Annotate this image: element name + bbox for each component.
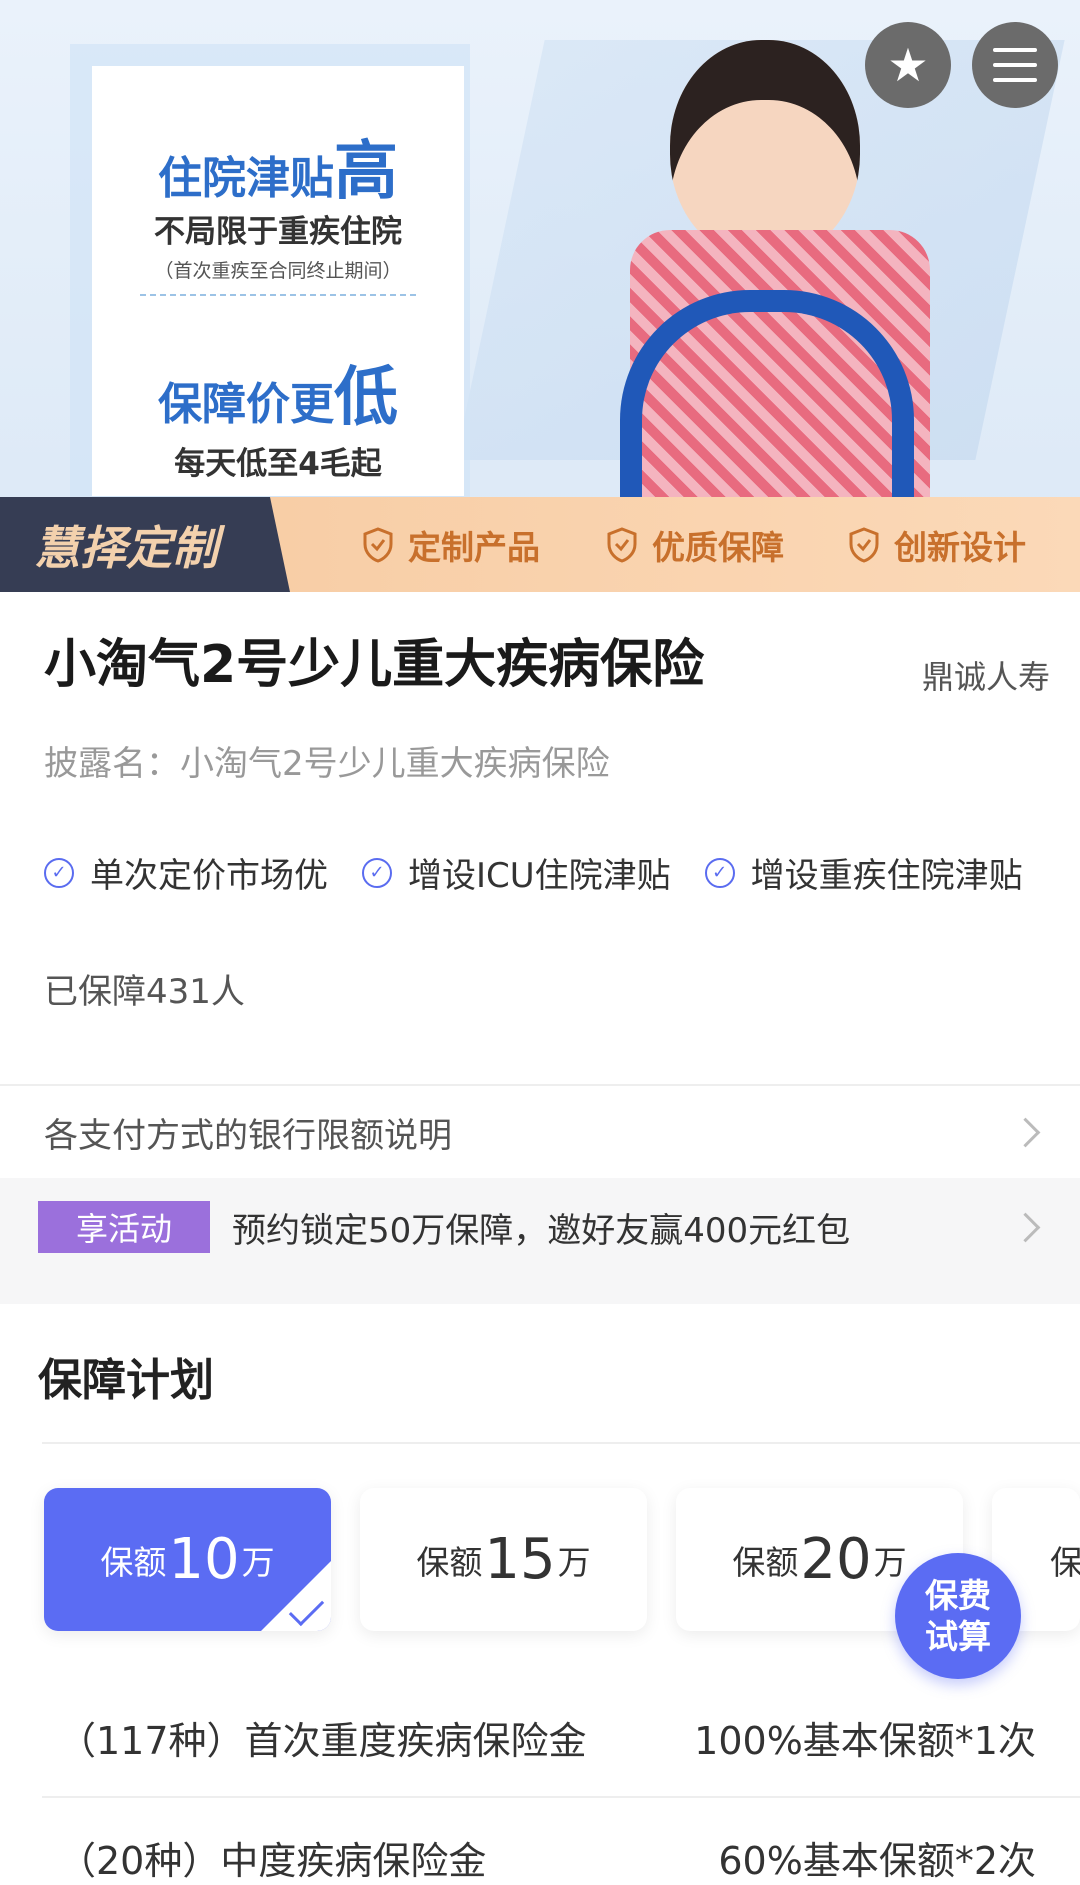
- option-prefix: 保额: [732, 1542, 799, 1582]
- ribbon-feature-label: 创新设计: [894, 527, 1026, 567]
- feature-ribbon: 慧择定制 定制产品 优质保障 创新设计: [0, 497, 1080, 592]
- calc-label-line2: 试算: [925, 1617, 991, 1656]
- insurer-name: 鼎诚人寿: [921, 658, 1050, 696]
- child-head: [670, 40, 860, 260]
- chevron-right-icon: [1010, 1117, 1041, 1147]
- plan-section-title: 保障计划: [38, 1355, 214, 1406]
- card-note: （首次重疾至合同终止期间）: [154, 260, 402, 282]
- ribbon-feature: 定制产品: [362, 497, 540, 592]
- menu-icon: [993, 48, 1037, 82]
- plan-divider: [42, 1442, 1080, 1444]
- card-headline-price: 保障价更低: [158, 361, 398, 435]
- card-price-note: 每天低至4毛起: [174, 446, 382, 482]
- option-amount: 15: [484, 1527, 556, 1592]
- calc-label-line1: 保费: [925, 1575, 991, 1615]
- menu-button[interactable]: [972, 22, 1058, 108]
- option-unit: 万: [873, 1542, 907, 1582]
- option-prefix: 保额: [416, 1542, 483, 1582]
- activity-badge: 享活动: [38, 1201, 210, 1253]
- activity-row[interactable]: 享活动 预约锁定50万保障，邀好友赢400元红包: [0, 1178, 1080, 1276]
- product-title: 小淘气2号少儿重大疾病保险: [44, 635, 705, 695]
- option-amount: 20: [800, 1527, 872, 1592]
- section-gap: [0, 1276, 1080, 1304]
- bank-limit-row[interactable]: 各支付方式的银行限额说明: [0, 1086, 1080, 1178]
- benefit-name: （20种）中度疾病保险金: [58, 1839, 487, 1883]
- card-divider: [140, 294, 416, 296]
- coverage-option-10[interactable]: 保额 10 万: [44, 1488, 331, 1631]
- bank-limit-label: 各支付方式的银行限额说明: [44, 1115, 452, 1156]
- shield-icon: [849, 526, 879, 563]
- option-unit: 万: [241, 1542, 275, 1582]
- protected-count: 已保障431人: [44, 972, 245, 1012]
- ribbon-feature: 创新设计: [848, 497, 1026, 592]
- product-tag: ✓ 增设ICU住院津贴: [362, 848, 671, 897]
- check-circle-icon: ✓: [704, 857, 735, 888]
- product-tags: ✓ 单次定价市场优 ✓ 增设ICU住院津贴 ✓ 增设重疾住院津贴: [44, 848, 1057, 897]
- benefit-value: 60%基本保额*2次: [718, 1839, 1036, 1883]
- favorite-button[interactable]: ★: [865, 22, 951, 108]
- disclosure-name: 披露名：小淘气2号少儿重大疾病保险: [44, 744, 610, 784]
- benefit-divider: [42, 1796, 1080, 1798]
- tag-label: 增设重疾住院津贴: [750, 856, 1023, 896]
- activity-text: 预约锁定50万保障，邀好友赢400元红包: [232, 1210, 851, 1251]
- ribbon-feature-label: 优质保障: [652, 527, 784, 567]
- check-circle-icon: ✓: [362, 857, 392, 888]
- banner-card: 住院津贴高 不局限于重疾住院 （首次重疾至合同终止期间） 保障价更低 每天低至4…: [92, 66, 464, 496]
- option-prefix: 保: [1050, 1542, 1080, 1582]
- premium-calc-button[interactable]: 保费 试算: [895, 1553, 1021, 1679]
- tag-label: 增设ICU住院津贴: [408, 856, 671, 896]
- option-prefix: 保额: [100, 1542, 167, 1582]
- check-icon: [288, 1590, 325, 1627]
- benefit-value: 100%基本保额*1次: [694, 1719, 1036, 1763]
- card-subline: 不局限于重疾住院: [154, 214, 402, 250]
- option-amount: 10: [168, 1527, 240, 1592]
- ribbon-feature-label: 定制产品: [408, 527, 540, 567]
- product-tag: ✓ 增设重疾住院津贴: [704, 848, 1023, 897]
- option-unit: 万: [557, 1542, 591, 1582]
- shield-icon: [363, 526, 393, 563]
- chevron-right-icon: [1010, 1212, 1041, 1242]
- tag-label: 单次定价市场优: [90, 856, 328, 896]
- coverage-option-15[interactable]: 保额 15 万: [360, 1488, 647, 1631]
- shield-icon: [607, 526, 637, 563]
- product-tag: ✓ 单次定价市场优: [44, 848, 328, 897]
- ribbon-feature: 优质保障: [606, 497, 784, 592]
- star-icon: ★: [887, 38, 929, 92]
- benefit-name: （117种）首次重度疾病保险金: [58, 1719, 587, 1763]
- card-headline-allowance: 住院津贴高: [158, 135, 398, 209]
- check-circle-icon: ✓: [44, 857, 74, 888]
- ribbon-brand: 慧择定制: [0, 497, 290, 592]
